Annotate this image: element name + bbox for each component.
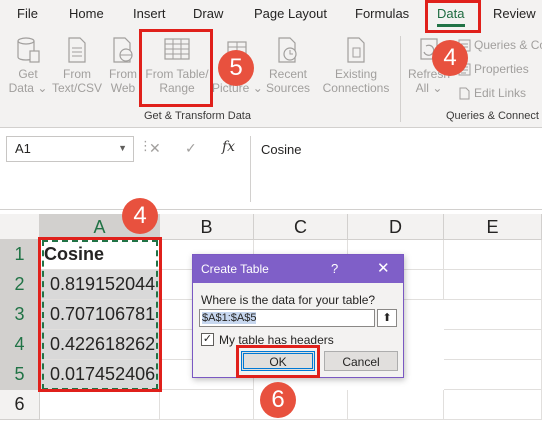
cell[interactable] bbox=[444, 270, 542, 300]
tab-home[interactable]: Home bbox=[69, 6, 104, 21]
name-box[interactable]: A1 ▼ bbox=[6, 136, 134, 162]
formula-bar: A1 ▼ ⋮ ✕ ✓ fx Cosine bbox=[0, 128, 542, 210]
dialog-title: Create Table bbox=[201, 262, 269, 276]
cancel-button[interactable]: Cancel bbox=[324, 351, 398, 371]
highlight-data-tab bbox=[425, 0, 481, 33]
row-header-5[interactable]: 5 bbox=[0, 360, 40, 390]
formula-bar-divider bbox=[250, 136, 251, 202]
cancel-entry-button[interactable]: ✕ bbox=[149, 140, 161, 157]
existing-connections-button[interactable]: Existing Connections bbox=[318, 36, 394, 95]
tab-page-layout[interactable]: Page Layout bbox=[254, 6, 327, 21]
from-web-button[interactable]: From Web bbox=[104, 36, 142, 95]
existing-connections-icon bbox=[347, 37, 365, 63]
cell[interactable] bbox=[444, 300, 542, 330]
recent-sources-button[interactable]: Recent Sources bbox=[264, 36, 312, 95]
tab-file[interactable]: File bbox=[17, 6, 38, 21]
column-header-d[interactable]: D bbox=[348, 214, 444, 240]
row-header-6[interactable]: 6 bbox=[0, 390, 40, 420]
close-icon[interactable]: ✕ bbox=[377, 259, 390, 277]
get-data-button[interactable]: Get Data ⌄ bbox=[8, 36, 48, 95]
properties-button[interactable]: Properties bbox=[458, 62, 529, 76]
row-header-2[interactable]: 2 bbox=[0, 270, 40, 300]
enter-entry-button[interactable]: ✓ bbox=[185, 140, 197, 157]
cell[interactable] bbox=[444, 330, 542, 360]
cell[interactable] bbox=[348, 390, 444, 420]
tab-draw[interactable]: Draw bbox=[193, 6, 223, 21]
formula-input[interactable]: Cosine bbox=[261, 142, 301, 157]
step-badge-column-a: 4 bbox=[122, 198, 158, 234]
tab-review[interactable]: Review bbox=[493, 6, 536, 21]
cell[interactable] bbox=[444, 390, 542, 420]
chevron-down-icon[interactable]: ▼ bbox=[118, 143, 127, 153]
group-label-get-transform: Get & Transform Data bbox=[144, 110, 251, 122]
recent-sources-icon bbox=[278, 37, 297, 63]
edit-links-icon bbox=[459, 87, 470, 100]
step-badge-ok: 6 bbox=[260, 382, 296, 418]
row-header-4[interactable]: 4 bbox=[0, 330, 40, 360]
collapse-dialog-button[interactable]: ⬆ bbox=[377, 309, 397, 327]
checkmark-icon: ✓ bbox=[202, 333, 213, 345]
cell-a6[interactable] bbox=[40, 390, 160, 420]
range-prompt-label: Where is the data for your table? bbox=[201, 293, 376, 307]
tab-insert[interactable]: Insert bbox=[133, 6, 166, 21]
dialog-title-bar[interactable]: Create Table ? ✕ bbox=[193, 255, 403, 283]
column-header-c[interactable]: C bbox=[254, 214, 348, 240]
queries-connections-button[interactable]: Queries & Co bbox=[458, 38, 542, 52]
row-header-3[interactable]: 3 bbox=[0, 300, 40, 330]
highlight-ok-button bbox=[236, 345, 320, 378]
column-header-e[interactable]: E bbox=[444, 214, 542, 240]
row-header-1[interactable]: 1 bbox=[0, 240, 40, 270]
step-badge-from-table: 5 bbox=[218, 50, 254, 86]
highlight-column-a-range bbox=[38, 237, 162, 392]
chevron-down-icon: ⌄ bbox=[252, 81, 263, 95]
chevron-down-icon: ⌄ bbox=[432, 81, 443, 95]
text-file-icon bbox=[68, 37, 86, 63]
cell[interactable] bbox=[444, 240, 542, 270]
cell[interactable] bbox=[160, 390, 254, 420]
database-icon bbox=[17, 37, 40, 63]
highlight-from-table-button bbox=[139, 29, 213, 107]
chevron-down-icon: ⌄ bbox=[37, 81, 48, 95]
web-page-icon bbox=[113, 37, 133, 63]
edit-links-button[interactable]: Edit Links bbox=[458, 86, 526, 100]
step-badge-data-tab: 4 bbox=[432, 40, 468, 76]
headers-checkbox[interactable]: ✓ bbox=[201, 333, 214, 346]
select-all-corner[interactable] bbox=[0, 214, 40, 240]
help-button[interactable]: ? bbox=[331, 261, 338, 276]
cell[interactable] bbox=[444, 360, 542, 390]
table-range-input[interactable]: $A$1:$A$5 bbox=[199, 309, 375, 327]
group-divider bbox=[400, 36, 401, 122]
from-text-csv-button[interactable]: From Text/CSV bbox=[52, 36, 102, 95]
insert-function-button[interactable]: fx bbox=[222, 139, 235, 155]
group-label-queries: Queries & Connect bbox=[446, 110, 539, 122]
column-header-b[interactable]: B bbox=[160, 214, 254, 240]
tab-formulas[interactable]: Formulas bbox=[355, 6, 409, 21]
